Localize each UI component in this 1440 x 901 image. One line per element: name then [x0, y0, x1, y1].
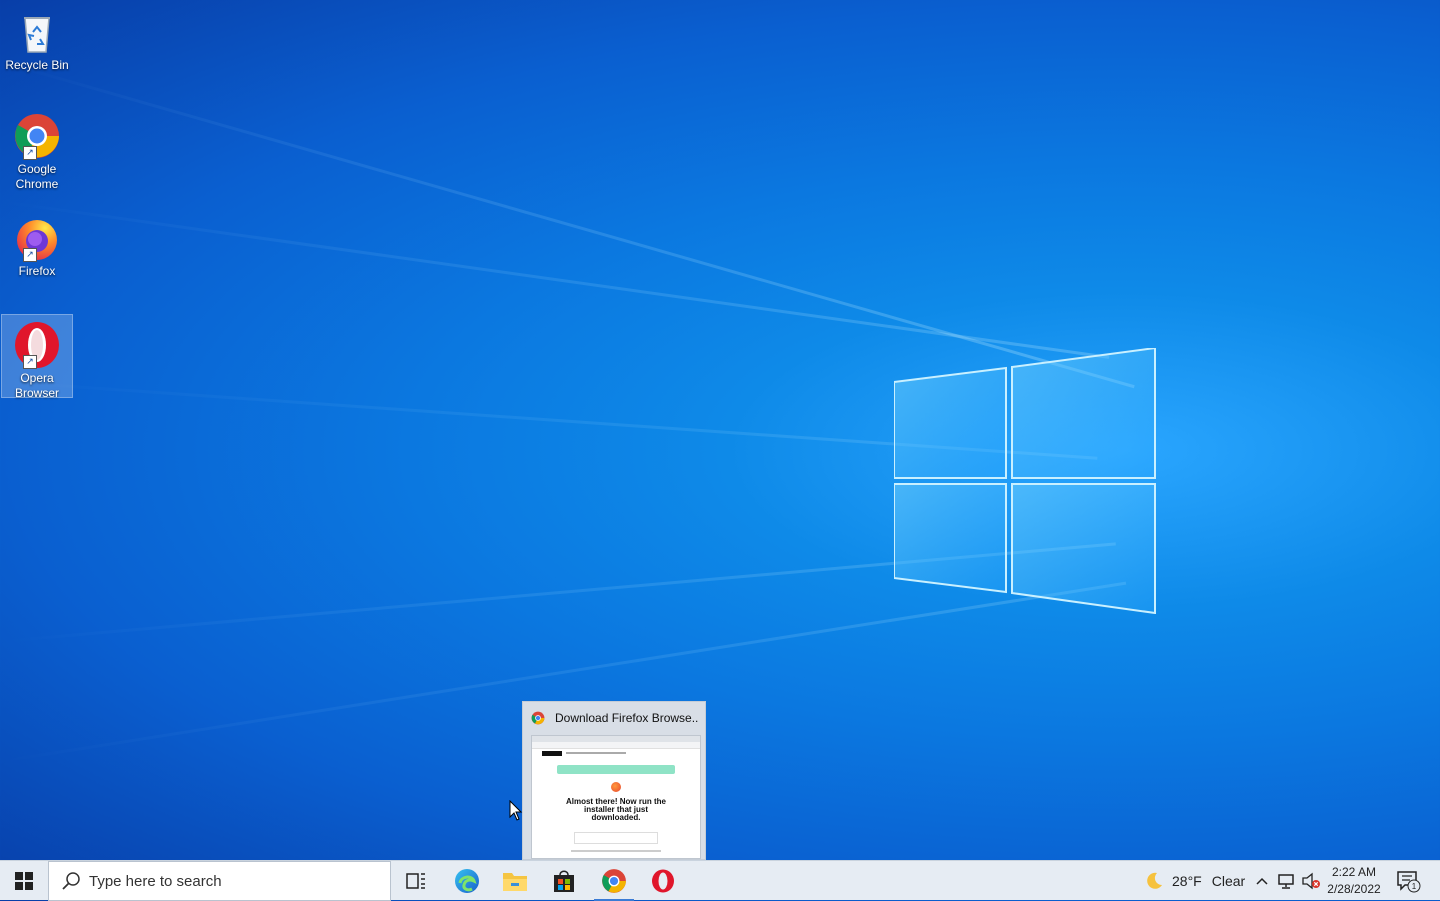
search-icon: [62, 872, 80, 890]
desktop-icon-recycle-bin[interactable]: Recycle Bin: [2, 2, 72, 74]
preview-title: Download Firefox Browse...: [555, 711, 699, 725]
firefox-icon: ↗: [13, 214, 61, 262]
desktop-icon-label: Google Chrome: [15, 162, 59, 191]
edge-icon: [455, 869, 479, 893]
volume-button[interactable]: [1301, 861, 1321, 901]
store-icon: [554, 870, 574, 892]
mouse-cursor-icon: [509, 800, 523, 821]
firefox-icon: [611, 782, 621, 792]
clock-time: 2:22 AM: [1331, 865, 1377, 879]
desktop-icon-label: Recycle Bin: [5, 58, 69, 72]
taskbar: Type here to search 28°F Clear 2:22 AM 2…: [0, 860, 1440, 901]
shortcut-arrow-icon: ↗: [23, 248, 37, 262]
weather-widget[interactable]: 28°F Clear: [1144, 861, 1245, 901]
shortcut-arrow-icon: ↗: [23, 146, 37, 160]
desktop-icon-label: Firefox: [18, 264, 56, 278]
opera-icon: [652, 869, 674, 893]
search-placeholder: Type here to search: [89, 872, 222, 890]
notifications-icon: 1: [1397, 871, 1421, 893]
weather-condition: Clear: [1211, 873, 1246, 889]
weather-temp: 28°F: [1172, 873, 1202, 889]
taskbar-opera[interactable]: [639, 861, 687, 901]
chrome-window-preview[interactable]: Download Firefox Browse... Almost there!…: [522, 701, 706, 860]
volume-muted-icon: [1302, 872, 1320, 890]
shortcut-arrow-icon: ↗: [23, 355, 37, 369]
taskbar-file-explorer[interactable]: [491, 861, 539, 901]
taskbar-edge[interactable]: [443, 861, 491, 901]
folder-icon: [503, 873, 527, 891]
notification-count: 1: [1412, 882, 1417, 891]
network-button[interactable]: [1277, 861, 1297, 901]
wallpaper: [0, 0, 1440, 860]
taskbar-store[interactable]: [540, 861, 588, 901]
task-view-icon: [406, 873, 425, 889]
chevron-up-icon: [1256, 877, 1268, 885]
recycle-bin-icon: [13, 8, 61, 56]
start-button[interactable]: [0, 861, 48, 901]
opera-icon: ↗: [13, 321, 61, 369]
desktop-icon-firefox[interactable]: ↗ Firefox: [2, 208, 72, 280]
chrome-icon: [602, 869, 626, 893]
clock-date: 2/28/2022: [1327, 882, 1381, 896]
windows-logo-wallpaper: [894, 348, 1156, 614]
preview-thumbnail: Almost there! Now run the installer that…: [531, 735, 701, 859]
show-hidden-icons-button[interactable]: [1254, 861, 1270, 901]
task-view-button[interactable]: [392, 861, 440, 901]
network-icon: [1278, 874, 1294, 889]
desktop-icon-label: Opera Browser: [14, 371, 59, 400]
taskbar-chrome[interactable]: [590, 861, 638, 901]
preview-message: Almost there! Now run the installer that…: [565, 797, 666, 822]
desktop-icon-opera-browser[interactable]: ↗ Opera Browser: [1, 314, 73, 400]
taskbar-clock[interactable]: 2:22 AM 2/28/2022: [1320, 864, 1388, 898]
chrome-icon: [531, 711, 545, 725]
chrome-icon: ↗: [13, 112, 61, 160]
windows-start-icon: [15, 872, 33, 890]
taskbar-search-box[interactable]: Type here to search: [48, 861, 391, 901]
moon-icon: [1147, 872, 1162, 889]
action-center-button[interactable]: 1: [1396, 861, 1422, 901]
desktop-icon-google-chrome[interactable]: ↗ Google Chrome: [2, 106, 72, 192]
